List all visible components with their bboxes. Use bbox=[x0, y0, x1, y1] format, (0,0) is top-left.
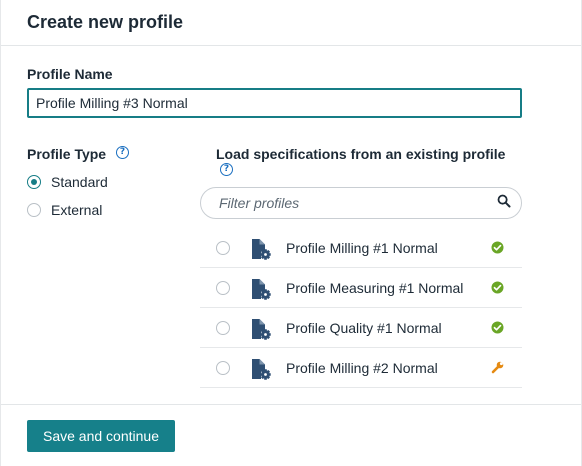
radio-external[interactable]: External bbox=[27, 202, 102, 218]
document-settings-icon bbox=[250, 279, 272, 306]
profile-row[interactable]: Profile Milling #1 Normal bbox=[200, 228, 522, 268]
save-and-continue-button[interactable]: Save and continue bbox=[27, 420, 175, 452]
search-icon[interactable] bbox=[497, 194, 511, 213]
radio-standard[interactable]: Standard bbox=[27, 174, 108, 190]
dialog-footer-divider bbox=[1, 404, 581, 405]
profile-type-label-text: Profile Type bbox=[27, 146, 107, 162]
profile-row[interactable]: Profile Measuring #1 Normal bbox=[200, 268, 522, 308]
radio-button[interactable] bbox=[216, 320, 230, 335]
profile-name-input[interactable] bbox=[27, 88, 522, 118]
radio-external-label: External bbox=[51, 202, 103, 218]
wrench-icon bbox=[491, 361, 504, 379]
filter-profiles-input[interactable] bbox=[217, 194, 497, 212]
check-circle-icon bbox=[491, 321, 504, 339]
profile-name: Profile Milling #1 Normal bbox=[286, 239, 438, 256]
profile-list: Profile Milling #1 Normal Profile Measur… bbox=[200, 228, 522, 388]
help-icon[interactable]: ? bbox=[220, 163, 233, 176]
create-profile-dialog: Create new profile Profile Name Profile … bbox=[0, 0, 582, 466]
profile-name-label: Profile Name bbox=[27, 66, 113, 82]
dialog-title: Create new profile bbox=[27, 12, 184, 32]
radio-button[interactable] bbox=[216, 280, 230, 295]
check-circle-icon bbox=[491, 281, 504, 299]
document-settings-icon bbox=[250, 319, 272, 346]
check-circle-icon bbox=[491, 241, 504, 259]
document-settings-icon bbox=[250, 239, 272, 266]
profile-row[interactable]: Profile Milling #2 Normal bbox=[200, 348, 522, 388]
profile-name: Profile Measuring #1 Normal bbox=[286, 279, 464, 296]
profile-row[interactable]: Profile Quality #1 Normal bbox=[200, 308, 522, 348]
radio-button[interactable] bbox=[216, 240, 230, 255]
filter-profiles-field[interactable] bbox=[200, 187, 522, 219]
radio-standard-label: Standard bbox=[51, 174, 108, 190]
radio-button[interactable] bbox=[27, 203, 41, 217]
document-settings-icon bbox=[250, 359, 272, 386]
dialog-header: Create new profile bbox=[1, 0, 581, 46]
profile-name: Profile Milling #2 Normal bbox=[286, 359, 438, 376]
load-specifications-label: Load specifications from an existing pro… bbox=[216, 146, 506, 162]
profile-type-label: Profile Type ? bbox=[27, 145, 129, 162]
help-icon[interactable]: ? bbox=[115, 145, 129, 159]
radio-button-selected[interactable] bbox=[27, 175, 41, 189]
profile-name: Profile Quality #1 Normal bbox=[286, 319, 442, 336]
radio-button[interactable] bbox=[216, 360, 230, 375]
